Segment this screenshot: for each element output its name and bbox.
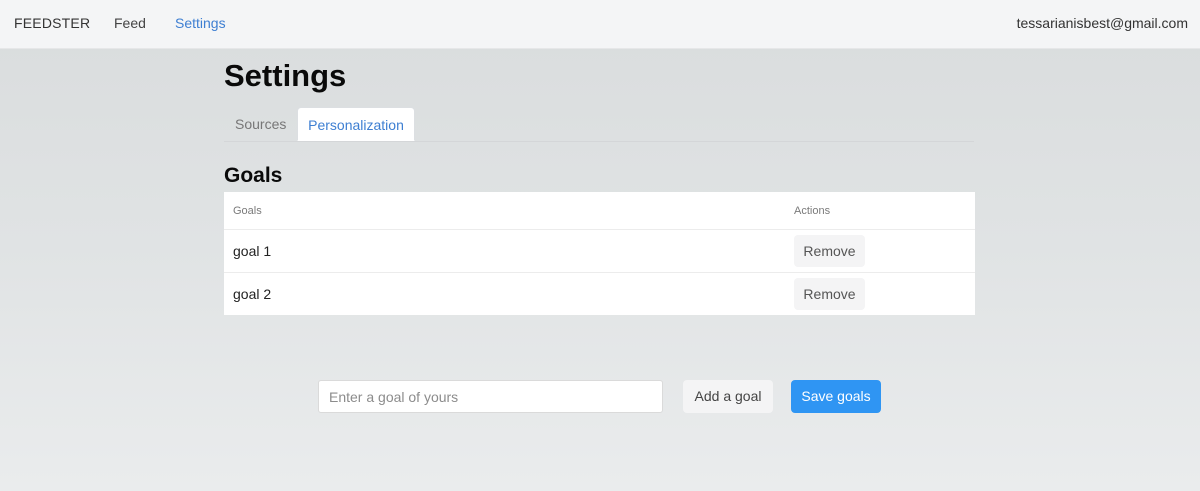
table-row: goal 1 Remove: [224, 229, 975, 273]
goal-actions-cell: Remove: [794, 229, 975, 273]
brand-logo-text[interactable]: FEEDSTER: [14, 15, 90, 31]
remove-goal-button[interactable]: Remove: [794, 235, 865, 267]
user-email[interactable]: tessarianisbest@gmail.com: [1017, 15, 1188, 31]
page-title: Settings: [224, 58, 347, 93]
goal-text: goal 1: [224, 229, 794, 273]
save-goals-button[interactable]: Save goals: [791, 380, 881, 413]
nav-link-settings[interactable]: Settings: [175, 15, 226, 31]
settings-tabs: Sources Personalization: [224, 107, 974, 142]
tab-sources[interactable]: Sources: [224, 107, 297, 141]
goals-section-title: Goals: [224, 164, 283, 187]
nav-link-feed[interactable]: Feed: [114, 15, 146, 31]
goal-input[interactable]: [318, 380, 663, 413]
table-header-row: Goals Actions: [224, 192, 975, 230]
tab-personalization[interactable]: Personalization: [297, 107, 415, 141]
column-header-actions: Actions: [794, 192, 975, 230]
column-header-goals: Goals: [224, 192, 794, 230]
table-row: goal 2 Remove: [224, 273, 975, 316]
remove-goal-button[interactable]: Remove: [794, 278, 865, 310]
top-navbar: FEEDSTER Feed Settings tessarianisbest@g…: [0, 0, 1200, 49]
add-goal-button[interactable]: Add a goal: [683, 380, 773, 413]
goal-actions-cell: Remove: [794, 273, 975, 316]
goal-text: goal 2: [233, 286, 272, 302]
goals-table: Goals Actions goal 1 Remove goal 2 Remov…: [224, 192, 975, 315]
